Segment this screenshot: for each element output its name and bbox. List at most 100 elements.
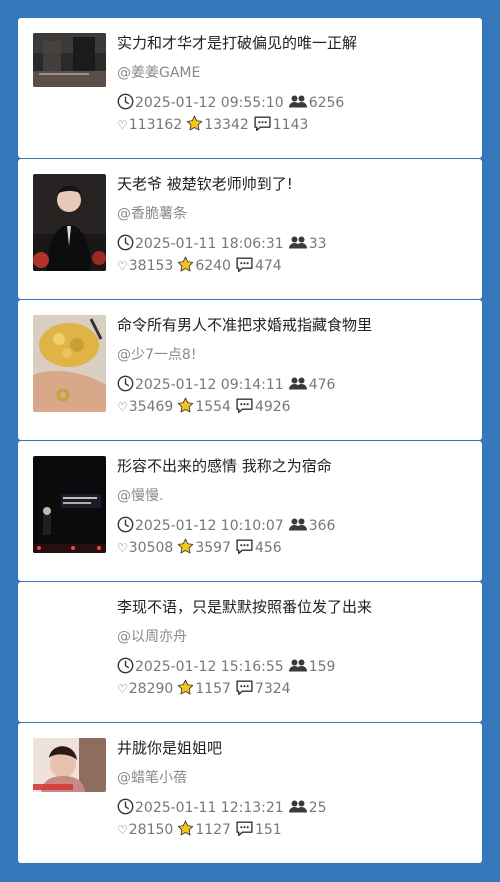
- card-body: 天老爷 被楚钦老师帅到了! @香脆薯条 2025-01-11 18:06:31 33 ♡…: [117, 173, 472, 277]
- star-icon: [186, 115, 204, 133]
- time-stat: 2025-01-11 12:13:21: [117, 797, 284, 819]
- time-stat-value: 2025-01-12 10:10:07: [135, 518, 284, 534]
- star-icon: [177, 397, 195, 415]
- star-icon: [177, 538, 195, 556]
- card-title[interactable]: 实力和才华才是打破偏见的唯一正解: [117, 32, 472, 54]
- viewers-stat-value: 366: [308, 518, 336, 534]
- feed-card[interactable]: 天老爷 被楚钦老师帅到了! @香脆薯条 2025-01-11 18:06:31 33 ♡…: [18, 159, 482, 299]
- heart-icon: ♡: [117, 823, 128, 837]
- heart-icon: ♡: [117, 118, 128, 132]
- likes-stat-value: 28150: [128, 822, 174, 838]
- comment-icon: [235, 680, 255, 697]
- people-icon: [288, 518, 309, 534]
- card-thumbnail[interactable]: [33, 738, 106, 792]
- card-author[interactable]: @姜姜GAME: [117, 63, 472, 83]
- likes-stat-value: 113162: [128, 117, 183, 133]
- card-body: 命令所有男人不准把求婚戒指藏食物里 @少7一点8! 2025-01-12 09:14…: [117, 314, 472, 418]
- feed-card[interactable]: 命令所有男人不准把求婚戒指藏食物里 @少7一点8! 2025-01-12 09:14…: [18, 300, 482, 440]
- people-icon: [288, 377, 309, 393]
- time-stat: 2025-01-12 15:16:55: [117, 656, 284, 678]
- feed-card[interactable]: 李现不语，只是默默按照番位发了出来 @以周亦舟 2025-01-12 15:16:5…: [18, 582, 482, 722]
- card-author[interactable]: @香脆薯条: [117, 204, 472, 224]
- comment-icon: [235, 539, 255, 556]
- card-thumbnail[interactable]: [33, 456, 106, 553]
- people-icon: [288, 659, 309, 675]
- card-stats: 2025-01-12 09:55:10 6256 ♡113162 13342 1143: [117, 92, 377, 136]
- comments-stat-value: 7324: [254, 681, 291, 697]
- viewers-stat-value: 25: [308, 800, 327, 816]
- time-stat-value: 2025-01-12 09:14:11: [135, 377, 284, 393]
- card-thumbnail[interactable]: [33, 315, 106, 412]
- heart-icon: ♡: [117, 400, 128, 414]
- favorites-stat: 1554: [177, 396, 231, 418]
- viewers-stat-value: 476: [308, 377, 336, 393]
- likes-stat-value: 30508: [128, 540, 174, 556]
- people-icon: [288, 95, 309, 111]
- heart-icon: ♡: [117, 541, 128, 555]
- favorites-stat-value: 6240: [195, 258, 231, 274]
- viewers-stat-value: 6256: [308, 95, 345, 111]
- favorites-stat: 1157: [177, 678, 231, 700]
- viewers-stat: 366: [288, 515, 336, 537]
- likes-stat: ♡113162: [117, 114, 182, 136]
- card-author[interactable]: @蜡笔小蓓: [117, 768, 472, 788]
- card-stats: 2025-01-11 18:06:31 33 ♡38153 6240 474: [117, 233, 377, 277]
- favorites-stat-value: 1127: [195, 822, 231, 838]
- people-icon: [288, 236, 309, 252]
- card-thumbnail[interactable]: [33, 174, 106, 271]
- feed-card[interactable]: 实力和才华才是打破偏见的唯一正解 @姜姜GAME 2025-01-12 09:55:…: [18, 18, 482, 158]
- star-icon: [177, 256, 195, 274]
- favorites-stat: 13342: [186, 114, 249, 136]
- comments-stat: 456: [235, 537, 282, 559]
- feed-card[interactable]: 井胧你是姐姐吧 @蜡笔小蓓 2025-01-11 12:13:21 25 ♡28150 1…: [18, 723, 482, 863]
- time-stat-value: 2025-01-12 09:55:10: [135, 95, 284, 111]
- clock-icon: [117, 516, 135, 534]
- favorites-stat: 3597: [177, 537, 231, 559]
- comments-stat-value: 151: [254, 822, 282, 838]
- comments-stat: 151: [235, 819, 282, 841]
- time-stat: 2025-01-12 09:14:11: [117, 374, 284, 396]
- card-title[interactable]: 天老爷 被楚钦老师帅到了!: [117, 173, 472, 195]
- viewers-stat: 6256: [288, 92, 345, 114]
- card-body: 实力和才华才是打破偏见的唯一正解 @姜姜GAME 2025-01-12 09:55:…: [117, 32, 472, 136]
- card-title[interactable]: 形容不出来的感情 我称之为宿命: [117, 455, 472, 477]
- clock-icon: [117, 798, 135, 816]
- comment-icon: [235, 398, 255, 415]
- card-body: 李现不语，只是默默按照番位发了出来 @以周亦舟 2025-01-12 15:16:5…: [117, 596, 472, 700]
- likes-stat-value: 28290: [128, 681, 174, 697]
- viewers-stat: 33: [288, 233, 327, 255]
- card-stats: 2025-01-11 12:13:21 25 ♡28150 1127 151: [117, 797, 377, 841]
- card-stats: 2025-01-12 15:16:55 159 ♡28290 1157 7324: [117, 656, 377, 700]
- card-author[interactable]: @慢慢.: [117, 486, 472, 506]
- card-author[interactable]: @少7一点8!: [117, 345, 472, 365]
- card-title[interactable]: 李现不语，只是默默按照番位发了出来: [117, 596, 472, 618]
- likes-stat: ♡28150: [117, 819, 173, 841]
- comments-stat-value: 4926: [254, 399, 291, 415]
- time-stat: 2025-01-11 18:06:31: [117, 233, 284, 255]
- comments-stat-value: 1143: [272, 117, 309, 133]
- favorites-stat-value: 13342: [204, 117, 249, 133]
- likes-stat-value: 35469: [128, 399, 174, 415]
- likes-stat: ♡38153: [117, 255, 173, 277]
- likes-stat: ♡30508: [117, 537, 173, 559]
- time-stat-value: 2025-01-11 18:06:31: [135, 236, 284, 252]
- card-title[interactable]: 命令所有男人不准把求婚戒指藏食物里: [117, 314, 472, 336]
- people-icon: [288, 800, 309, 816]
- card-stats: 2025-01-12 09:14:11 476 ♡35469 1554 4926: [117, 374, 377, 418]
- card-title[interactable]: 井胧你是姐姐吧: [117, 737, 472, 759]
- clock-icon: [117, 657, 135, 675]
- clock-icon: [117, 234, 135, 252]
- likes-stat: ♡28290: [117, 678, 173, 700]
- card-author[interactable]: @以周亦舟: [117, 627, 472, 647]
- star-icon: [177, 820, 195, 838]
- comment-icon: [235, 257, 255, 274]
- likes-stat-value: 38153: [128, 258, 174, 274]
- viewers-stat: 159: [288, 656, 335, 678]
- feed-list: 实力和才华才是打破偏见的唯一正解 @姜姜GAME 2025-01-12 09:55:…: [18, 18, 482, 864]
- feed-card[interactable]: 形容不出来的感情 我称之为宿命 @慢慢. 2025-01-12 10:10:07 36…: [18, 441, 482, 581]
- card-thumbnail[interactable]: [33, 33, 106, 87]
- comments-stat: 474: [235, 255, 282, 277]
- viewers-stat-value: 33: [308, 236, 327, 252]
- clock-icon: [117, 375, 135, 393]
- star-icon: [177, 679, 195, 697]
